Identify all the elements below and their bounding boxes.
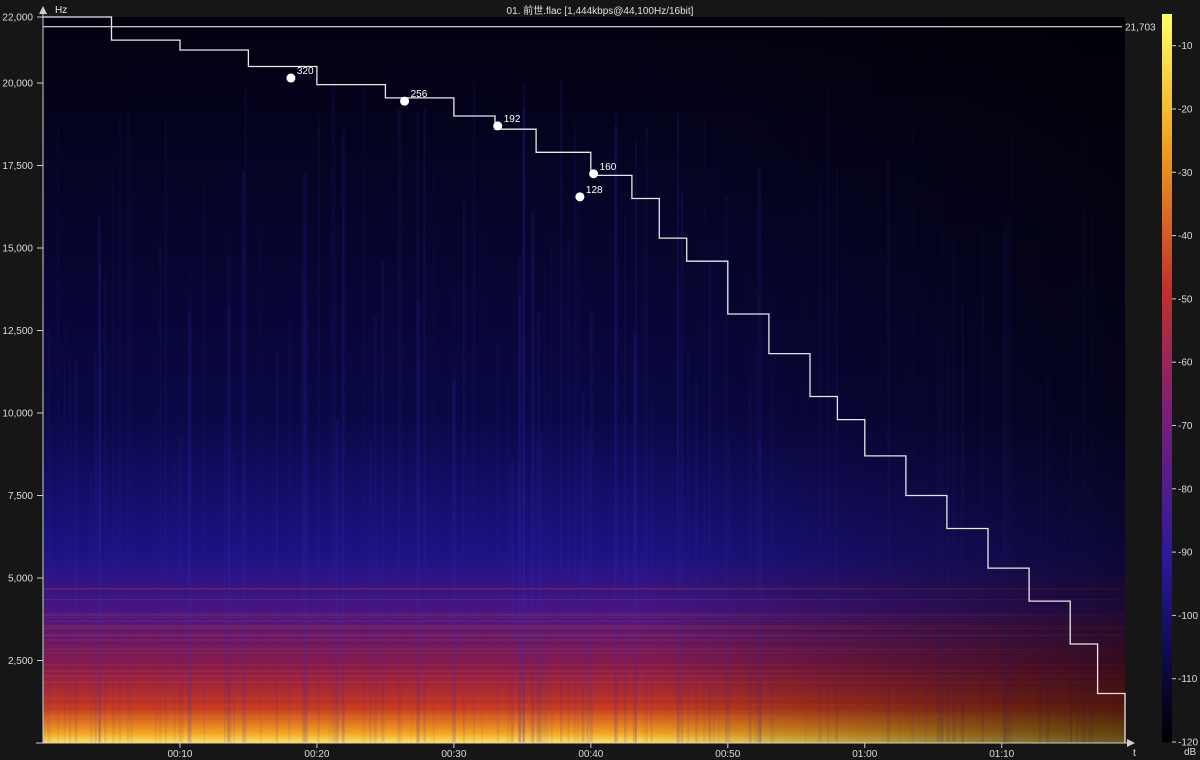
y-axis-arrow-icon — [39, 6, 47, 14]
x-tick-label: 00:40 — [578, 749, 603, 760]
bitrate-marker-dot — [575, 192, 585, 202]
x-tick-label: 00:50 — [715, 749, 740, 760]
bitrate-marker-dot — [286, 73, 296, 83]
colorbar-tick-label: -60 — [1178, 358, 1193, 369]
y-tick-label: 17,500 — [2, 161, 33, 172]
cutoff-label: 21,703 — [1125, 22, 1156, 33]
x-tick-label: 00:10 — [167, 749, 192, 760]
colorbar-tick-label: -110 — [1178, 674, 1198, 685]
bitrate-marker-label: 192 — [504, 114, 521, 125]
bitrate-marker-dot — [400, 96, 410, 106]
x-tick-label: 01:10 — [989, 749, 1014, 760]
colorbar-ticks: -10-20-30-40-50-60-70-80-90-100-110-120 — [1172, 41, 1198, 749]
colorbar — [1162, 14, 1172, 742]
colorbar-tick-label: -90 — [1178, 548, 1193, 559]
bitrate-marker-label: 256 — [411, 89, 428, 100]
x-tick-label: 00:30 — [441, 749, 466, 760]
spectrogram-chart: Hz t 2,500 5,000 7,500 10,000 12,500 15,000 17… — [2, 5, 1198, 760]
colorbar-tick-label: -80 — [1178, 484, 1193, 495]
y-axis-ticks: 2,500 5,000 7,500 10,000 12,500 15,000 17,500 2… — [2, 13, 43, 667]
y-tick-label: 15,000 — [2, 244, 33, 255]
colorbar-tick-label: -10 — [1178, 41, 1193, 52]
bitrate-marker-label: 128 — [586, 185, 603, 196]
y-axis-label: Hz — [55, 5, 67, 16]
colorbar-tick-label: -50 — [1178, 294, 1193, 305]
colorbar-tick-label: -70 — [1178, 421, 1193, 432]
bitrate-marker-label: 160 — [600, 162, 617, 173]
bitrate-marker-label: 320 — [297, 66, 314, 77]
colorbar-tick-label: -20 — [1178, 104, 1193, 115]
y-tick-label: 5,000 — [8, 574, 33, 585]
bitrate-marker-dot — [493, 121, 503, 131]
y-tick-label: 22,000 — [2, 13, 33, 24]
colorbar-tick-label: -100 — [1178, 611, 1198, 622]
x-axis-arrow-icon — [1127, 739, 1135, 747]
colorbar-tick-label: -30 — [1178, 168, 1193, 179]
y-tick-label: 10,000 — [2, 409, 33, 420]
x-axis-ticks: 00:10 00:20 00:30 00:40 00:50 01:00 01:10 — [167, 743, 1015, 760]
colorbar-tick-label: -40 — [1178, 231, 1193, 242]
x-tick-label: 01:00 — [852, 749, 877, 760]
y-tick-label: 12,500 — [2, 326, 33, 337]
y-tick-label: 7,500 — [8, 491, 33, 502]
x-axis-label: t — [1133, 748, 1136, 759]
x-tick-label: 00:20 — [304, 749, 329, 760]
y-tick-label: 2,500 — [8, 656, 33, 667]
colorbar-unit-label: dB — [1184, 747, 1197, 758]
spectrogram-fade — [43, 17, 1125, 743]
y-tick-label: 20,000 — [2, 79, 33, 90]
bitrate-marker-dot — [589, 169, 599, 179]
